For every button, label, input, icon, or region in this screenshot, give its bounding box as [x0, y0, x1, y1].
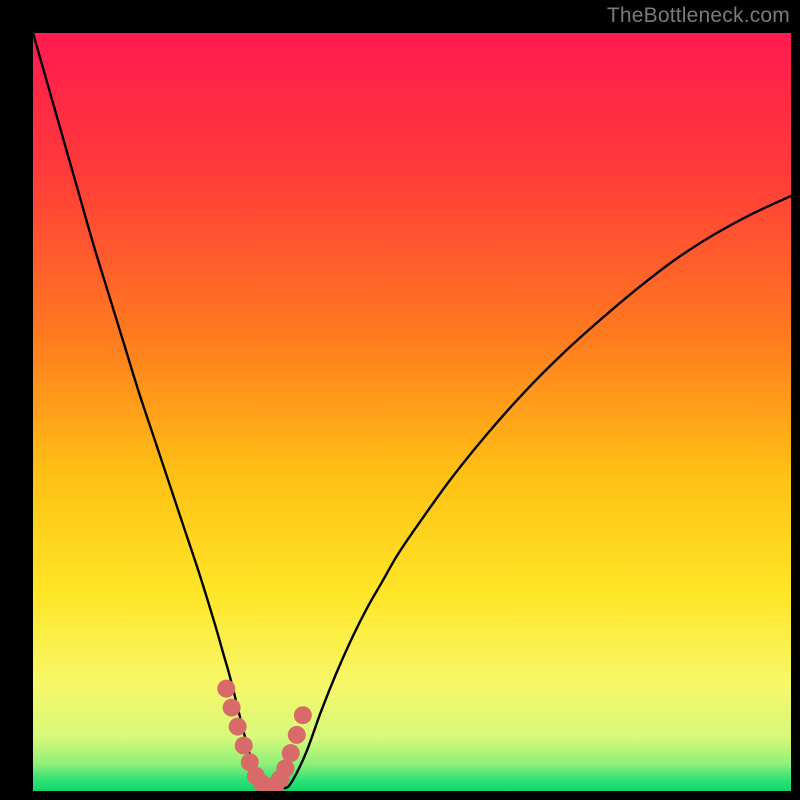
bottleneck-chart: [33, 33, 791, 791]
marker-dot: [282, 744, 300, 762]
marker-dot: [223, 699, 241, 717]
marker-dot: [229, 718, 247, 736]
chart-frame: TheBottleneck.com: [0, 0, 800, 800]
marker-dot: [288, 726, 306, 744]
marker-dot: [294, 706, 312, 724]
marker-dot: [235, 737, 253, 755]
gradient-background: [33, 33, 791, 791]
marker-dot: [217, 680, 235, 698]
watermark-text: TheBottleneck.com: [607, 4, 790, 28]
plot-area: [33, 33, 791, 791]
